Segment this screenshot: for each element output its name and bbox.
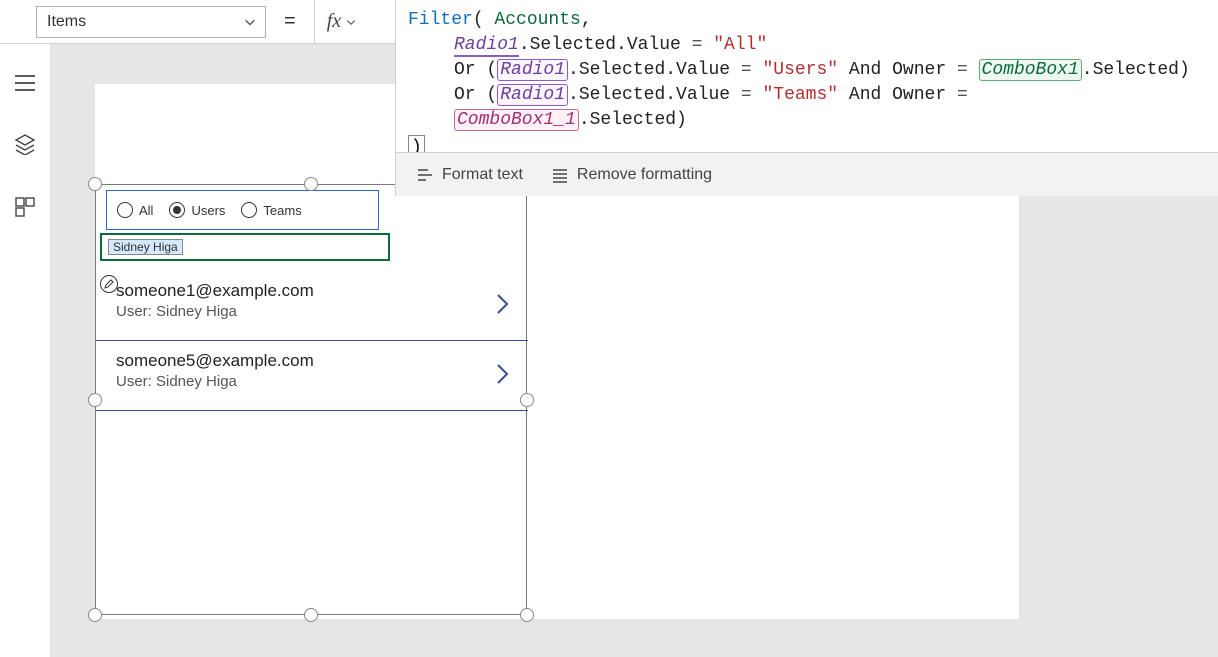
selection-handle[interactable] — [304, 177, 318, 191]
radio-label: Users — [191, 203, 225, 218]
selection-handle[interactable] — [304, 608, 318, 622]
fx-icon: fx — [327, 10, 341, 33]
formula-line: Filter( Accounts, — [408, 8, 1206, 33]
formula-line: Or (Radio1.Selected.Value = "Users" And … — [408, 58, 1206, 83]
property-selector-label: Items — [47, 13, 86, 31]
selection-handle[interactable] — [520, 393, 534, 407]
insert-button[interactable] — [14, 133, 36, 160]
layers-icon — [14, 133, 36, 155]
selection-handle[interactable] — [520, 608, 534, 622]
fx-button[interactable]: fx — [314, 0, 369, 44]
remove-formatting-label: Remove formatting — [577, 166, 712, 184]
formula-format-bar: Format text Remove formatting — [395, 152, 1218, 196]
remove-formatting-icon — [551, 166, 569, 184]
radio-option-users[interactable]: Users — [169, 202, 225, 218]
gallery-row[interactable]: someone1@example.com User: Sidney Higa — [96, 271, 528, 341]
chevron-down-icon — [345, 16, 357, 28]
row-title: someone5@example.com — [116, 351, 512, 371]
remove-formatting-button[interactable]: Remove formatting — [551, 166, 712, 184]
tree-view-button[interactable] — [14, 74, 36, 97]
left-nav — [0, 44, 51, 657]
property-selector[interactable]: Items — [36, 6, 266, 38]
equals-label: = — [284, 10, 296, 33]
radio-option-teams[interactable]: Teams — [241, 202, 301, 218]
gallery-control-selected[interactable]: All Users Teams Sidney Higa — [95, 184, 527, 615]
radio-icon — [241, 202, 257, 218]
radio-label: All — [139, 203, 153, 218]
formula-line: Or (Radio1.Selected.Value = "Teams" And … — [408, 83, 1206, 133]
radio-icon — [117, 202, 133, 218]
radio-label: Teams — [263, 203, 301, 218]
row-title: someone1@example.com — [116, 281, 512, 301]
radio-icon — [169, 202, 185, 218]
grid-icon — [14, 196, 36, 218]
chevron-right-icon[interactable] — [494, 361, 512, 392]
selection-handle[interactable] — [88, 608, 102, 622]
chevron-right-icon[interactable] — [494, 291, 512, 322]
gallery-row[interactable]: someone5@example.com User: Sidney Higa — [96, 341, 528, 411]
formula-editor[interactable]: Filter( Accounts, Radio1.Selected.Value … — [395, 0, 1218, 168]
components-button[interactable] — [14, 196, 36, 223]
chevron-down-icon — [243, 15, 257, 34]
format-text-label: Format text — [442, 166, 523, 184]
formula-line: Radio1.Selected.Value = "All" — [408, 33, 1206, 58]
combobox-selected-tag: Sidney Higa — [108, 239, 183, 255]
row-subtitle: User: Sidney Higa — [116, 373, 512, 390]
radio-control[interactable]: All Users Teams — [106, 190, 379, 230]
combobox-control[interactable]: Sidney Higa — [100, 233, 390, 261]
hamburger-icon — [14, 74, 36, 92]
format-text-button[interactable]: Format text — [416, 166, 523, 184]
radio-option-all[interactable]: All — [117, 202, 153, 218]
selection-handle[interactable] — [88, 177, 102, 191]
selection-handle[interactable] — [88, 393, 102, 407]
format-text-icon — [416, 166, 434, 184]
row-subtitle: User: Sidney Higa — [116, 303, 512, 320]
